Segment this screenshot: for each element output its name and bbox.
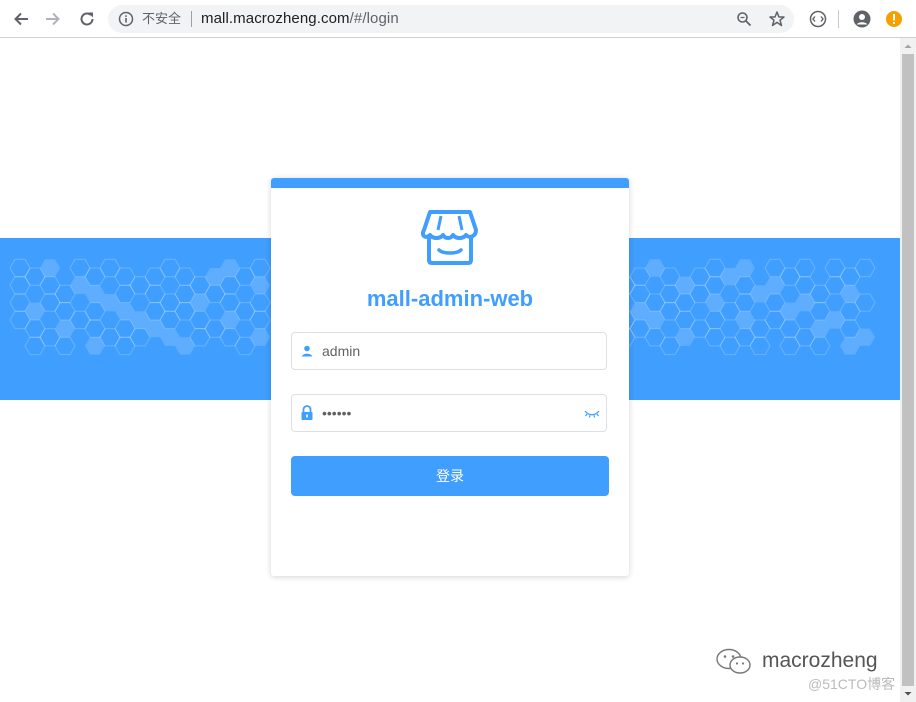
app-title: mall-admin-web — [366, 286, 534, 311]
hexagon-decoration — [249, 258, 271, 278]
browser-toolbar: 不安全 mall.macrozheng.com/#/login — [0, 0, 916, 38]
password-field[interactable]: •••••• — [291, 394, 607, 432]
url-path: /#/login — [349, 10, 399, 27]
reload-icon — [80, 12, 94, 26]
update-warning-icon[interactable] — [884, 9, 904, 29]
forward-button[interactable] — [42, 8, 64, 30]
user-icon — [301, 345, 313, 357]
username-input[interactable] — [322, 333, 582, 369]
extension-icon[interactable] — [808, 9, 828, 29]
account-icon[interactable] — [852, 9, 872, 29]
address-separator — [191, 11, 192, 27]
watermark-site: @51CTO博客 — [808, 676, 896, 692]
arrow-right-icon — [46, 12, 60, 26]
hexagon-decoration — [809, 336, 831, 356]
card-accent-bar — [271, 178, 629, 188]
security-label: 不安全 — [142, 11, 182, 26]
hexagon-decoration — [54, 336, 76, 356]
hexagon-decoration — [854, 293, 876, 312]
url-host: mall.macrozheng.com — [201, 10, 350, 27]
url-text[interactable]: mall.macrozheng.com/#/login — [201, 10, 399, 28]
lock-icon — [301, 405, 313, 420]
scroll-up-icon[interactable] — [900, 38, 916, 54]
eye-closed-icon[interactable] — [584, 407, 600, 419]
page-scrollbar[interactable] — [900, 38, 916, 702]
page-viewport: mall-admin-web •••••• 登录 — [0, 38, 900, 702]
hexagon-decoration — [854, 258, 876, 278]
username-field[interactable] — [291, 332, 607, 370]
star-icon[interactable] — [768, 10, 786, 28]
login-button[interactable]: 登录 — [291, 456, 609, 496]
arrow-left-icon — [14, 12, 28, 26]
wechat-icon — [716, 648, 751, 674]
reload-button[interactable] — [76, 8, 98, 30]
toolbar-divider — [838, 10, 839, 28]
watermark-author: macrozheng — [762, 649, 878, 672]
scroll-thumb[interactable] — [902, 54, 914, 686]
login-card: mall-admin-web •••••• 登录 — [271, 178, 629, 576]
hexagon-decoration — [749, 336, 771, 356]
scroll-down-icon[interactable] — [900, 686, 916, 702]
shop-logo-icon — [421, 210, 478, 265]
password-input[interactable]: •••••• — [322, 395, 582, 431]
hexagon-decoration — [249, 310, 271, 330]
back-button[interactable] — [10, 8, 32, 30]
hexagon-decoration — [249, 293, 271, 312]
zoom-icon[interactable] — [736, 11, 752, 27]
hexagon-decoration — [794, 258, 816, 278]
info-icon[interactable] — [118, 11, 134, 27]
address-bar[interactable]: 不安全 mall.macrozheng.com/#/login — [108, 5, 794, 33]
